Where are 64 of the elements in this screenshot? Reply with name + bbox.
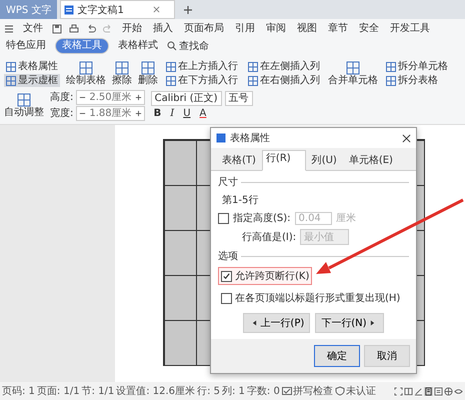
format-button[interactable]: A (196, 107, 210, 120)
status-item: 列: 1 (222, 385, 245, 398)
menu-tab[interactable]: 审阅 (264, 22, 288, 36)
previous-row-button[interactable]: 上一行(P) (243, 313, 310, 333)
ribbon-button[interactable]: 删除 (138, 60, 158, 86)
size-dropdown[interactable]: 五号 (224, 91, 253, 106)
menu-tab[interactable]: 章节 (326, 22, 350, 36)
dialog-tab[interactable]: 单元格(E) (342, 150, 399, 170)
ribbon-button[interactable]: 在右侧插入列 (246, 74, 322, 87)
dialog-tab[interactable]: 列(U) (306, 150, 343, 170)
menu-tab[interactable]: 表格样式 (116, 39, 160, 53)
format-button[interactable]: I (167, 107, 178, 120)
spin-field[interactable]: 2.50厘米 (76, 90, 145, 105)
status-item: 未认证 (334, 384, 376, 398)
spin-field[interactable]: 1.88厘米 (76, 106, 145, 121)
menu-tab[interactable]: 页面布局 (182, 22, 226, 36)
spin-label: 宽度: (50, 107, 74, 120)
format-button[interactable]: U (180, 107, 194, 120)
ribbon-button[interactable]: 表格属性 (4, 60, 60, 73)
dialog-button[interactable]: 取消 (364, 345, 410, 367)
row-height-label: 行高值是(I): (242, 230, 296, 244)
menu-tab[interactable]: 引用 (233, 22, 257, 36)
spin-label: 高度: (50, 91, 74, 104)
status-item: 页码: 1 (2, 385, 35, 398)
unit-label: 厘米 (336, 212, 356, 225)
dialog-title: 表格属性 (230, 132, 270, 145)
menu-tab[interactable]: 视图 (295, 22, 319, 36)
font-dropdown[interactable]: Calibri (正文) (150, 91, 222, 106)
format-button[interactable]: B (150, 107, 164, 120)
menu-tab[interactable]: 特色应用 (4, 39, 48, 53)
ribbon-button[interactable]: 拆分表格 (384, 74, 450, 87)
menu-tab[interactable]: 文件 (21, 22, 45, 36)
section-title: 尺寸 (218, 176, 238, 189)
search-command[interactable]: 查找命 (167, 39, 209, 53)
status-item: 拼写检查 (282, 384, 333, 398)
app-tab[interactable]: 文字文稿1 (60, 0, 176, 19)
menu-tab[interactable]: 表格工具 (55, 38, 109, 54)
ribbon-button[interactable]: 绘制表格 (66, 60, 106, 86)
ribbon-button[interactable]: 自动调整 (4, 92, 44, 118)
ribbon-button[interactable]: 在左侧插入列 (246, 60, 322, 73)
menu-tab[interactable]: 开发工具 (388, 22, 432, 36)
row-range: 第1-5行 (221, 194, 260, 207)
menu-tab[interactable]: 安全 (357, 22, 381, 36)
status-item: 节: 1/1 (82, 384, 114, 398)
ribbon-button[interactable]: 合并单元格 (328, 60, 378, 86)
option-label[interactable]: 在各页顶端以标题行形式重复出现(H) (235, 291, 400, 305)
status-item: 设置值: 12.6厘米 (116, 384, 196, 398)
ribbon-button[interactable]: 在上方插入行 (164, 60, 240, 73)
menu-tab[interactable]: 插入 (151, 22, 175, 36)
status-item: 页面: 1/1 (36, 385, 80, 398)
section-title: 选项 (218, 250, 238, 263)
height-label: 指定高度(S): (233, 212, 291, 225)
dialog-button[interactable]: 确定 (314, 345, 360, 367)
ribbon-button[interactable]: 拆分单元格 (384, 60, 450, 73)
status-item: 字数: 0 (246, 384, 280, 398)
ribbon-button[interactable]: 擦除 (112, 60, 132, 86)
option-label[interactable]: 允许跨页断行(K) (235, 269, 310, 283)
status-item: 行: 5 (197, 385, 220, 398)
next-row-button[interactable]: 下一行(N) (315, 313, 384, 333)
ribbon-button[interactable]: 显示虚框 (4, 74, 60, 87)
dialog-tab[interactable]: 表格(T) (216, 150, 262, 170)
ribbon-button[interactable]: 在下方插入行 (164, 74, 240, 87)
menu-tab[interactable]: 开始 (120, 22, 144, 36)
dialog-tab[interactable]: 行(R) (262, 150, 306, 171)
